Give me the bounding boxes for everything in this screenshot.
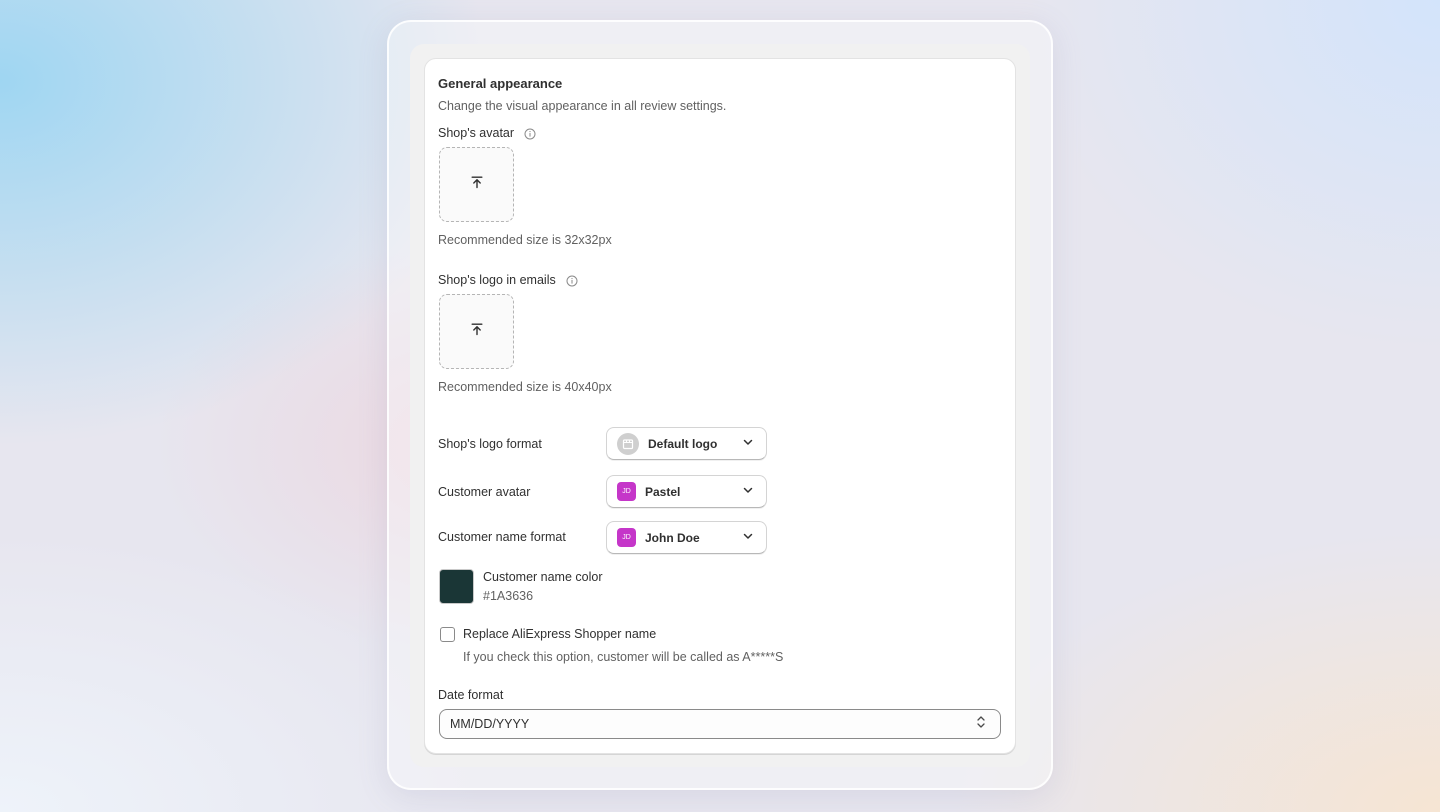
customer-name-format-select[interactable]: JD John Doe — [606, 521, 767, 554]
logo-label: Shop's logo in emails — [438, 273, 556, 287]
logo-size-hint: Recommended size is 40x40px — [438, 380, 612, 394]
select-arrows-icon — [976, 715, 986, 734]
logo-format-value: Default logo — [648, 436, 718, 451]
replace-shopper-checkbox[interactable] — [440, 627, 455, 642]
avatar-upload-dropzone[interactable] — [439, 147, 514, 222]
upload-icon — [470, 175, 484, 194]
customer-name-format-value: John Doe — [645, 530, 700, 545]
color-swatch[interactable] — [439, 569, 474, 604]
customer-name-color-label: Customer name color — [483, 570, 603, 584]
store-icon — [617, 432, 639, 455]
avatar-size-hint: Recommended size is 32x32px — [438, 233, 612, 247]
avatar-label-row: Shop's avatar — [438, 126, 536, 140]
customer-avatar-label: Customer avatar — [438, 485, 531, 499]
customer-avatar-select[interactable]: JD Pastel — [606, 475, 767, 508]
chevron-down-icon — [742, 435, 754, 453]
replace-shopper-help: If you check this option, customer will … — [463, 650, 784, 664]
customer-name-format-label: Customer name format — [438, 530, 566, 544]
section-subtitle: Change the visual appearance in all revi… — [438, 99, 727, 113]
info-icon[interactable] — [524, 127, 536, 140]
info-icon[interactable] — [566, 274, 578, 287]
upload-icon — [470, 322, 484, 341]
date-format-select[interactable]: MM/DD/YYYY — [439, 709, 1001, 739]
initials-badge: JD — [617, 528, 636, 547]
replace-shopper-label[interactable]: Replace AliExpress Shopper name — [463, 627, 656, 641]
initials-badge: JD — [617, 482, 636, 501]
customer-name-color-value: #1A3636 — [483, 589, 534, 603]
section-title: General appearance — [438, 76, 563, 91]
chevron-down-icon — [742, 483, 754, 501]
date-format-label: Date format — [438, 688, 504, 702]
logo-format-select[interactable]: Default logo — [606, 427, 767, 460]
logo-format-label: Shop's logo format — [438, 437, 542, 451]
logo-upload-dropzone[interactable] — [439, 294, 514, 369]
logo-label-row: Shop's logo in emails — [438, 273, 578, 287]
avatar-label: Shop's avatar — [438, 126, 515, 140]
customer-avatar-value: Pastel — [645, 484, 681, 499]
date-format-value: MM/DD/YYYY — [450, 717, 530, 731]
chevron-down-icon — [742, 529, 754, 547]
